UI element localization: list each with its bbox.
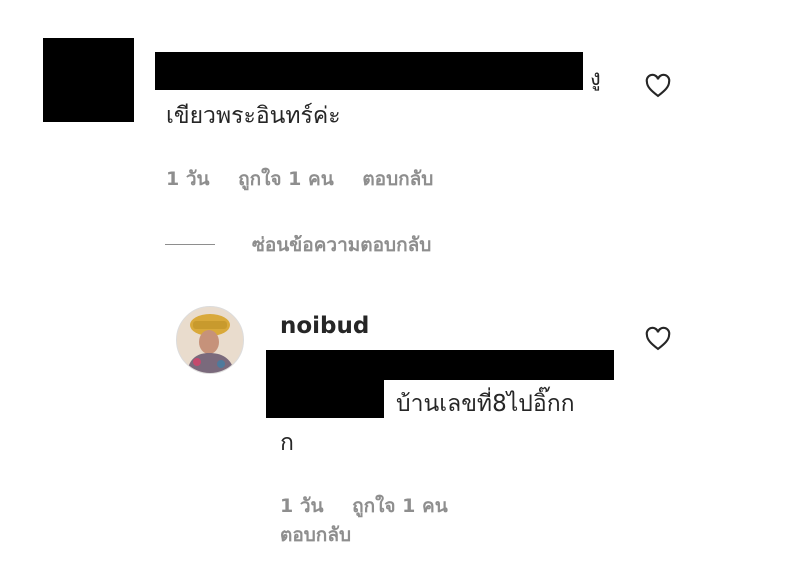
comment-text-tail: งู	[590, 66, 601, 91]
reply-button[interactable]: ตอบกลับ	[280, 520, 351, 550]
hide-replies-divider	[165, 244, 215, 245]
comment-text: เขียวพระอินทร์ค่ะ	[166, 103, 341, 129]
avatar-redacted[interactable]	[43, 38, 134, 122]
redacted-text-block-2	[266, 378, 384, 418]
comment-time: 1 วัน	[166, 168, 210, 190]
comment-text: บ้านเลขที่8ไปอิ๊กก	[396, 391, 575, 417]
redacted-username-text	[155, 52, 583, 90]
heart-icon[interactable]	[643, 72, 673, 100]
avatar[interactable]	[176, 306, 244, 374]
comment-meta: 1 วัน ถูกใจ 1 คน	[280, 491, 470, 521]
reply-button[interactable]: ตอบกลับ	[362, 168, 433, 190]
comment-meta: 1 วัน ถูกใจ 1 คน ตอบกลับ	[166, 164, 455, 194]
comment-time: 1 วัน	[280, 495, 324, 517]
heart-icon[interactable]	[643, 325, 673, 353]
username[interactable]: noibud	[280, 313, 369, 339]
comment-likes[interactable]: ถูกใจ 1 คน	[352, 495, 448, 517]
comment-likes[interactable]: ถูกใจ 1 คน	[238, 168, 334, 190]
redacted-text-block	[266, 350, 614, 380]
hide-replies-button[interactable]: ซ่อนข้อความตอบกลับ	[252, 230, 431, 260]
comment-text-line2: ก	[280, 430, 294, 456]
